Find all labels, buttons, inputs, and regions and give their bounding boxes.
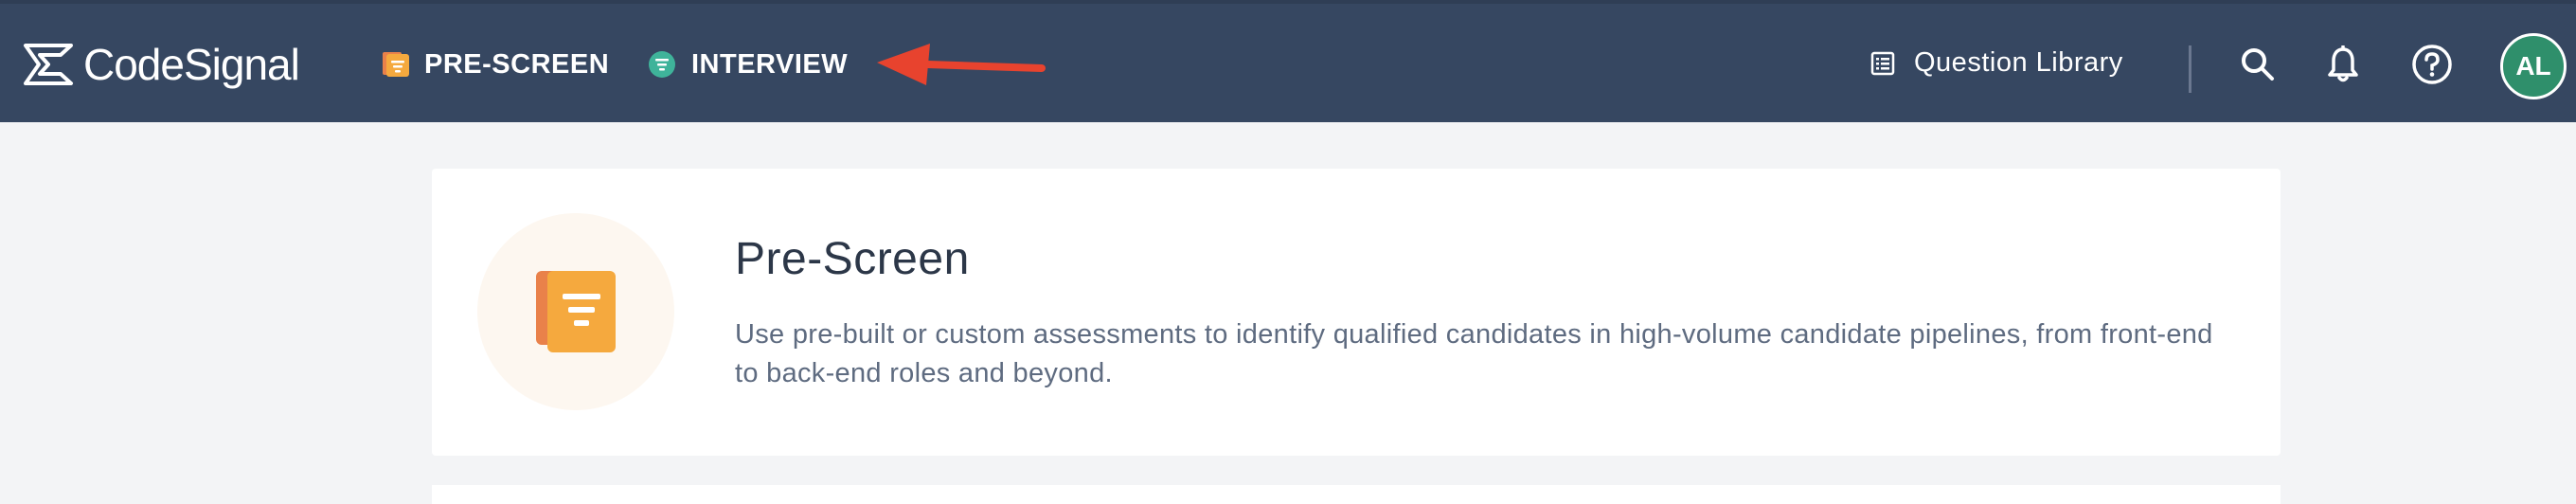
notifications-button[interactable] — [2322, 44, 2364, 85]
search-button[interactable] — [2237, 44, 2279, 85]
nav-interview[interactable]: INTERVIEW — [648, 45, 848, 83]
help-button[interactable] — [2411, 44, 2453, 85]
nav-prescreen[interactable]: PRE-SCREEN — [383, 45, 609, 83]
avatar-initials: AL — [2515, 51, 2551, 81]
help-icon — [2412, 45, 2452, 84]
card-icon-container — [477, 213, 674, 410]
question-library-link[interactable]: Question Library — [1870, 47, 2123, 79]
question-library-label: Question Library — [1914, 47, 2123, 78]
card-title: Pre-Screen — [735, 234, 970, 284]
prescreen-icon — [536, 271, 616, 352]
next-card-partial — [432, 485, 2281, 504]
brand-name: CodeSignal — [83, 40, 300, 89]
prescreen-icon — [383, 52, 409, 77]
list-icon — [1870, 51, 1895, 75]
header-divider — [2189, 45, 2191, 93]
bell-icon — [2328, 45, 2358, 82]
search-icon — [2242, 48, 2274, 81]
nav-prescreen-label: PRE-SCREEN — [424, 48, 610, 80]
red-arrow-annotation — [877, 44, 1046, 85]
user-avatar[interactable]: AL — [2500, 33, 2567, 99]
interview-icon — [649, 51, 675, 78]
prescreen-card[interactable]: Pre-Screen Use pre-built or custom asses… — [432, 169, 2281, 456]
codesignal-logo[interactable]: CodeSignal — [23, 38, 300, 91]
card-description: Use pre-built or custom assessments to i… — [735, 319, 2213, 388]
codesignal-logo-icon — [24, 44, 73, 85]
nav-interview-label: INTERVIEW — [691, 48, 849, 80]
top-navigation-bar: CodeSignal PRE-SCREEN INTERVIEW Question… — [0, 0, 2576, 122]
